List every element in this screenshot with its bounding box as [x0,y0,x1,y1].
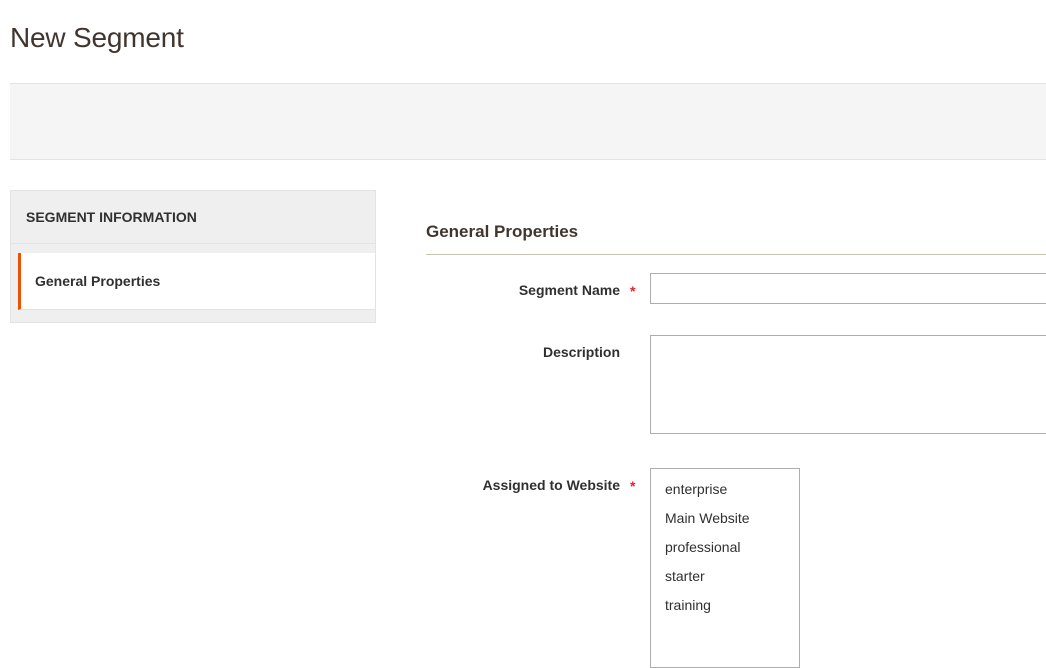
website-option-starter[interactable]: starter [651,564,799,593]
sidebar-title: SEGMENT INFORMATION [11,191,375,244]
section-divider [426,254,1046,255]
page-title: New Segment [10,22,184,53]
segment-name-input[interactable] [650,273,1046,304]
website-option-professional[interactable]: professional [651,535,799,564]
website-multiselect[interactable]: enterprise Main Website professional sta… [650,468,800,668]
required-indicator: * [630,283,636,299]
sidebar-item-general-properties[interactable]: General Properties [18,253,375,310]
sidebar-item-label: General Properties [35,273,161,289]
sidebar-nav: SEGMENT INFORMATION General Properties [10,190,376,323]
page-actions-bar [10,83,1046,160]
website-option-main-website[interactable]: Main Website [651,506,799,535]
required-indicator: * [630,478,636,494]
segment-name-label: Segment Name [518,282,620,298]
description-textarea[interactable] [650,335,1046,434]
website-option-training[interactable]: training [651,593,799,622]
website-option-enterprise[interactable]: enterprise [651,477,799,506]
description-label: Description [542,344,620,360]
assigned-to-website-label: Assigned to Website [482,477,620,493]
section-title: General Properties [426,222,579,241]
